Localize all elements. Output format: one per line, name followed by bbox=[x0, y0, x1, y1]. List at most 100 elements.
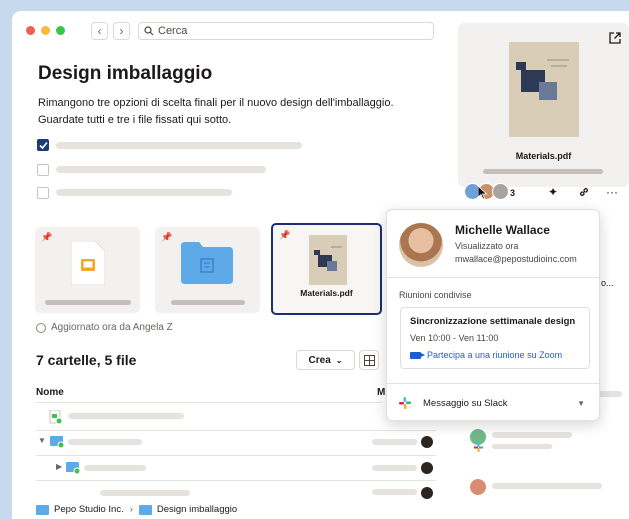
breadcrumb-current[interactable]: Design imballaggio bbox=[157, 504, 237, 515]
back-button[interactable]: ‹ bbox=[91, 22, 108, 40]
open-external-icon[interactable] bbox=[609, 32, 621, 44]
app-window: ‹ › Cerca Design imballaggio Rimangono t… bbox=[12, 11, 629, 519]
divider bbox=[36, 402, 382, 403]
column-header-member[interactable]: M bbox=[377, 387, 385, 398]
divider bbox=[36, 455, 436, 456]
column-header-name[interactable]: Nome bbox=[36, 387, 64, 398]
viewer-avatar[interactable] bbox=[492, 183, 509, 200]
row-date-placeholder bbox=[372, 439, 417, 445]
member-name-placeholder bbox=[492, 483, 602, 489]
folder-icon bbox=[181, 242, 233, 284]
pinned-file-slides[interactable]: 📌 bbox=[35, 227, 140, 313]
search-placeholder: Cerca bbox=[158, 25, 188, 37]
task-checkbox-1[interactable] bbox=[37, 139, 49, 151]
member-name-placeholder bbox=[492, 432, 572, 438]
file-icon bbox=[49, 410, 63, 424]
avatar bbox=[470, 479, 486, 495]
preview-file-name: Materials.pdf bbox=[515, 151, 572, 161]
truncated-text: o... bbox=[601, 278, 614, 288]
pin-icon: 📌 bbox=[161, 232, 173, 242]
activity-text: Aggiornato ora da Angela Z bbox=[51, 322, 173, 333]
create-button[interactable]: Crea ⌄ bbox=[296, 350, 355, 370]
slack-icon bbox=[399, 397, 411, 409]
row-name-placeholder bbox=[68, 413, 184, 419]
profile-name: Michelle Wallace bbox=[455, 223, 550, 237]
video-camera-icon bbox=[410, 351, 425, 359]
avatar bbox=[421, 436, 433, 448]
ellipsis-icon: ··· bbox=[606, 185, 618, 199]
divider bbox=[387, 383, 599, 384]
pin-icon: 📌 bbox=[279, 230, 291, 240]
search-input[interactable]: Cerca bbox=[138, 22, 434, 40]
avatar bbox=[421, 487, 433, 499]
folder-icon bbox=[50, 436, 64, 448]
pinned-folder[interactable]: 📌 bbox=[155, 227, 260, 313]
pin-button[interactable]: ✦ bbox=[542, 182, 564, 202]
file-name-placeholder bbox=[171, 300, 245, 305]
profile-email[interactable]: mwallace@pepostudioinc.com bbox=[455, 254, 577, 264]
slack-message-button[interactable]: Messaggio su Slack bbox=[399, 397, 507, 409]
pin-icon: ✦ bbox=[547, 185, 559, 199]
divider bbox=[36, 430, 436, 431]
maximize-dot[interactable] bbox=[56, 26, 65, 35]
folder-icon bbox=[66, 462, 80, 474]
divider bbox=[36, 480, 436, 481]
activity-status: Aggiornato ora da Angela Z bbox=[36, 322, 173, 333]
more-options-button[interactable]: ··· bbox=[601, 182, 623, 202]
page-title: Design imballaggio bbox=[38, 63, 213, 84]
row-name-placeholder bbox=[100, 490, 190, 496]
forward-button[interactable]: › bbox=[113, 22, 130, 40]
pdf-thumbnail-image bbox=[309, 235, 347, 285]
zoom-join-link[interactable]: Partecipa a una riunione su Zoom bbox=[410, 350, 562, 360]
row-name-placeholder bbox=[68, 439, 142, 445]
shared-meetings-heading: Riunioni condivise bbox=[399, 290, 472, 300]
meeting-item[interactable]: Sincronizzazione settimanale design Ven … bbox=[400, 307, 590, 369]
grid-view-icon bbox=[363, 354, 375, 366]
profile-card: Michelle Wallace Visualizzato ora mwalla… bbox=[386, 209, 600, 421]
preview-image bbox=[509, 42, 579, 137]
pinned-file-materials[interactable]: 📌 Materials.pdf bbox=[271, 223, 382, 315]
mouse-cursor-icon bbox=[478, 186, 488, 200]
chevron-right-icon: › bbox=[129, 504, 133, 515]
breadcrumb: Pepo Studio Inc. › Design imballaggio bbox=[36, 504, 237, 515]
slides-file-icon bbox=[71, 241, 105, 285]
preview-meta-placeholder bbox=[483, 169, 603, 174]
slack-label: Messaggio su Slack bbox=[423, 397, 508, 409]
expand-icon[interactable]: ▶ bbox=[56, 462, 62, 471]
chevron-down-icon[interactable]: ▼ bbox=[577, 399, 585, 408]
search-icon bbox=[144, 26, 154, 36]
viewer-extra-count[interactable]: 3 bbox=[510, 188, 515, 198]
divider bbox=[387, 277, 599, 278]
preview-artwork bbox=[516, 59, 569, 100]
page-description: Rimangono tre opzioni di scelta finali p… bbox=[38, 97, 394, 126]
zoom-join-label: Partecipa a una riunione su Zoom bbox=[427, 350, 563, 360]
row-date-placeholder bbox=[372, 489, 417, 495]
chevron-down-icon: ⌄ bbox=[335, 355, 343, 365]
file-name-placeholder bbox=[45, 300, 131, 305]
profile-status: Visualizzato ora bbox=[455, 241, 519, 251]
view-toggle-button[interactable] bbox=[359, 350, 379, 370]
task-checkbox-2[interactable] bbox=[37, 164, 49, 176]
close-dot[interactable] bbox=[26, 26, 35, 35]
file-preview-panel[interactable]: Materials.pdf bbox=[458, 23, 629, 187]
meeting-title: Sincronizzazione settimanale design bbox=[410, 316, 576, 327]
minimize-dot[interactable] bbox=[41, 26, 50, 35]
pinned-file-label: Materials.pdf bbox=[300, 288, 353, 298]
copy-link-button[interactable] bbox=[573, 182, 595, 202]
folder-icon bbox=[138, 504, 152, 515]
folder-icon bbox=[36, 504, 49, 515]
row-name-placeholder bbox=[84, 465, 146, 471]
expand-icon[interactable]: ▼ bbox=[38, 436, 46, 445]
chevron-right-icon: › bbox=[119, 24, 124, 38]
breadcrumb-root[interactable]: Pepo Studio Inc. bbox=[54, 504, 124, 515]
task-text-placeholder bbox=[56, 166, 266, 173]
chevron-left-icon: ‹ bbox=[97, 24, 102, 38]
create-label: Crea bbox=[308, 354, 331, 366]
task-text-placeholder bbox=[56, 142, 302, 149]
task-checkbox-3[interactable] bbox=[37, 187, 49, 199]
avatar bbox=[421, 462, 433, 474]
avatar bbox=[399, 223, 443, 267]
row-date-placeholder bbox=[372, 465, 417, 471]
checkmark-icon bbox=[39, 141, 48, 150]
slack-icon bbox=[474, 443, 483, 452]
